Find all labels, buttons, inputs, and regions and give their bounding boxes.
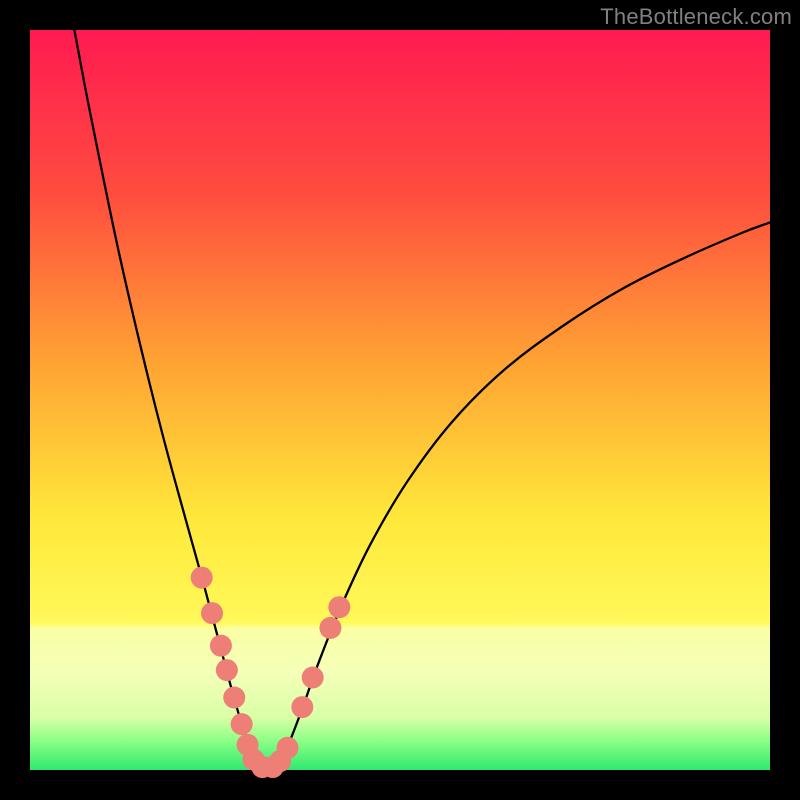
marker-dot (302, 667, 324, 689)
marker-dot (210, 635, 232, 657)
marker-dot (216, 659, 238, 681)
marker-dot (191, 567, 213, 589)
watermark-text: TheBottleneck.com (600, 4, 792, 30)
marker-dot (277, 737, 299, 759)
marker-dot (328, 596, 350, 618)
marker-dot (291, 696, 313, 718)
chart-frame: TheBottleneck.com (0, 0, 800, 800)
marker-dot (223, 686, 245, 708)
left-curve (74, 30, 261, 769)
chart-svg (30, 30, 770, 770)
right-curve-path (274, 222, 770, 768)
marker-dot (201, 602, 223, 624)
right-curve (274, 222, 770, 768)
marker-group (191, 567, 351, 778)
left-curve-path (74, 30, 261, 769)
marker-dot (319, 617, 341, 639)
marker-dot (231, 713, 253, 735)
